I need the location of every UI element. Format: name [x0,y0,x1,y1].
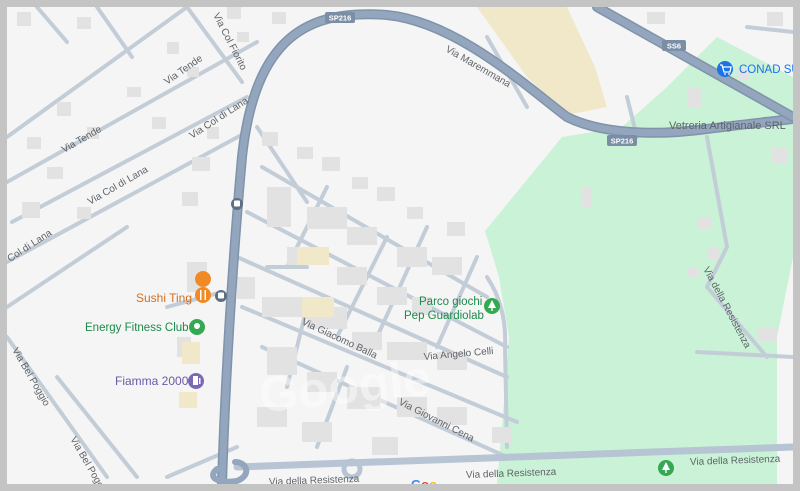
svg-text:Energy Fitness Club: Energy Fitness Club [85,322,189,334]
svg-text:o: o [421,477,429,484]
bus-stop-icon[interactable] [215,290,227,302]
svg-text:o: o [429,477,437,484]
svg-text:SP216: SP216 [329,14,352,23]
svg-text:CONAD SU: CONAD SU [739,64,793,76]
gas-station-icon [188,373,204,389]
google-logo: G o o [411,477,437,484]
poi-conad[interactable]: CONAD SU [717,61,793,77]
shield-sp216-top: SP216 [325,12,355,23]
poi-vetreria-artigianale[interactable]: Vetreria Artigianale SRL [669,120,786,132]
svg-text:Pep Guardiolab: Pep Guardiolab [404,310,484,322]
tree-icon [484,298,500,314]
shopping-cart-icon [717,61,733,77]
shield-sp216-right: SP216 [607,135,637,146]
shield-ss6: SS6 [662,40,686,51]
svg-text:G: G [411,477,421,484]
map-frame: SP216 SP216 SS6 Via Col Fiorito Via Tend… [0,0,800,491]
svg-text:Fiamma 2000: Fiamma 2000 [115,374,189,388]
map-canvas[interactable]: SP216 SP216 SS6 Via Col Fiorito Via Tend… [7,7,793,484]
svg-text:Parco giochi: Parco giochi [419,296,482,308]
svg-text:SP216: SP216 [611,137,634,146]
poi-fiamma-2000[interactable]: Fiamma 2000 [115,373,204,389]
svg-text:SS6: SS6 [667,42,681,51]
poi-energy-fitness-club[interactable]: Energy Fitness Club [85,319,205,335]
tree-icon[interactable] [658,460,674,476]
park-pin-icon [189,319,205,335]
bus-stop-icon[interactable] [231,198,243,210]
svg-text:Sushi Ting: Sushi Ting [136,291,192,305]
